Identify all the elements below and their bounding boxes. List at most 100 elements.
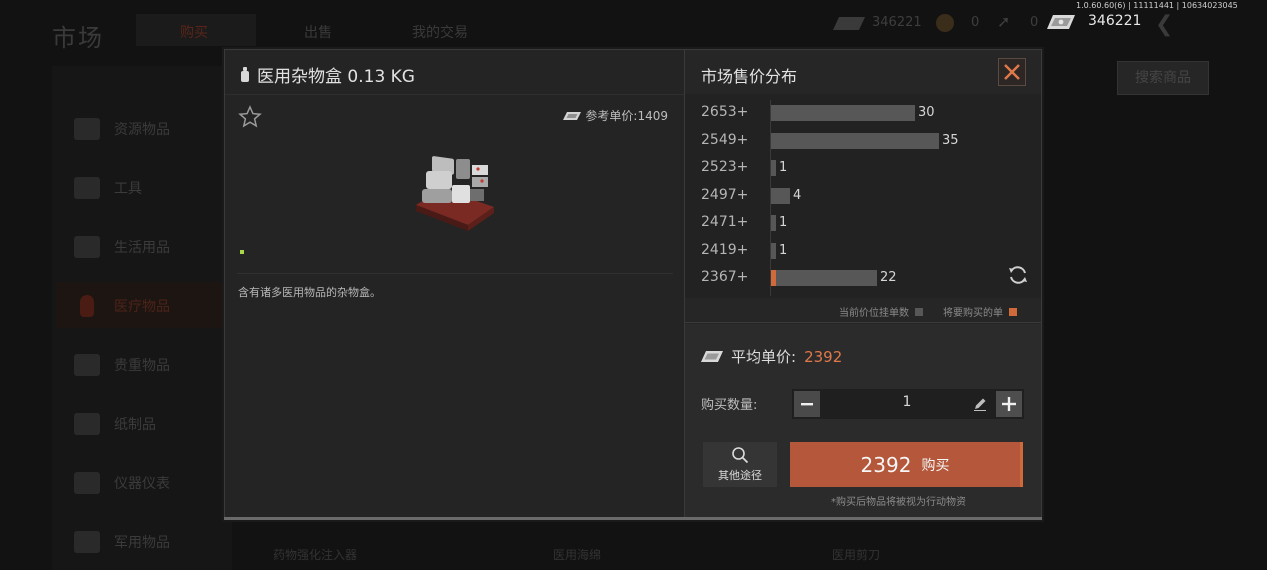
market-title: 市场 (52, 24, 104, 52)
sidebar-item-label: 纸制品 (114, 417, 156, 433)
status-dot (240, 250, 244, 254)
price-tier-count: 1 (779, 160, 788, 175)
crate-icon (74, 531, 100, 553)
item-header: 医用杂物盒 0.13 KG (241, 62, 415, 87)
version-text: 1.0.60.60(6) | 11111441 | 10634023045 (1076, 1, 1238, 10)
box-icon (74, 118, 100, 140)
sidebar-item-label: 资源物品 (114, 122, 170, 138)
price-tier-label: 2497+ (701, 186, 749, 203)
buy-button[interactable]: 2392 购买 (790, 442, 1023, 487)
quantity-label: 购买数量: (701, 398, 758, 413)
quantity-decrease-button[interactable] (794, 391, 820, 417)
close-button[interactable] (998, 58, 1026, 86)
sidebar-item-medical[interactable]: 医疗物品 (74, 295, 170, 317)
price-tier-count: 35 (942, 132, 959, 148)
bottle-icon (241, 67, 249, 82)
sidebar-item-paper[interactable]: 纸制品 (74, 413, 156, 435)
modal-bottom-edge (224, 517, 1042, 520)
bottom-item-label: 医用剪刀 (832, 548, 881, 562)
average-price-value: 2392 (804, 347, 843, 366)
market-panel: 市场售价分布 2653+ 30 2549+ 35 2523+ 1 2497+ 4 2471+ 1 2… (685, 50, 1041, 519)
quantity-stepper[interactable]: 1 (792, 389, 1024, 419)
legend-divider (685, 322, 1041, 323)
currency-cash-value: 346221 (872, 15, 922, 30)
item-description: 含有诸多医用物品的杂物盒。 (238, 286, 381, 299)
legend-current-swatch (915, 307, 923, 316)
price-tier-count: 22 (880, 270, 897, 285)
legend-buy-swatch (1009, 307, 1017, 316)
price-tier-bar (771, 132, 939, 149)
reference-price: 参考单价:1409 (563, 107, 668, 124)
sidebar-item-resources[interactable]: 资源物品 (74, 118, 170, 140)
pencil-icon[interactable] (972, 396, 988, 412)
average-price: 平均单价: 2392 (701, 346, 842, 367)
money-icon (701, 351, 723, 362)
header-divider (225, 94, 684, 95)
description-divider (237, 273, 673, 274)
cash-icon (832, 17, 866, 30)
other-channels-button[interactable]: 其他途径 (703, 442, 777, 487)
currency-arrow-value: 0 (1030, 15, 1039, 30)
distribution-title: 市场售价分布 (701, 67, 798, 86)
sidebar-item-label: 生活用品 (114, 240, 170, 256)
price-tier-label: 2653+ (701, 104, 749, 120)
price-tier-count: 1 (779, 215, 788, 230)
tab-buy[interactable]: 购买 (180, 22, 208, 42)
reference-price-text: 参考单价:1409 (585, 109, 668, 123)
price-tier-label: 2367+ (701, 269, 749, 285)
price-tier-bar (771, 105, 915, 121)
search-goods-button[interactable]: 搜索商品 (1117, 61, 1209, 95)
quantity-value[interactable]: 1 (892, 394, 922, 410)
sidebar-item-label: 工具 (114, 181, 142, 197)
close-icon (1004, 64, 1020, 80)
price-tier-count: 30 (918, 105, 935, 120)
coin-icon (936, 14, 954, 32)
bottle-icon (80, 295, 94, 317)
sidebar-item-military[interactable]: 军用物品 (74, 531, 170, 553)
money-value: 346221 (1088, 13, 1142, 29)
price-tier-bar (771, 242, 776, 259)
search-icon (732, 447, 749, 464)
average-price-label: 平均单价: (731, 348, 797, 366)
purchase-note: *购买后物品将被视为行动物资 (831, 497, 966, 508)
back-arrow-icon[interactable]: ❮ (1155, 12, 1173, 37)
device-icon (74, 472, 100, 494)
legend-current-label: 当前价位挂单数 (839, 308, 909, 319)
sidebar-item-instruments[interactable]: 仪器仪表 (74, 472, 170, 494)
sidebar-item-label: 军用物品 (114, 535, 170, 551)
medical-box-image (416, 156, 494, 231)
arrow-icon: ➚ (997, 12, 1011, 31)
price-tier-bar (771, 187, 790, 204)
money-icon (1047, 15, 1075, 29)
sidebar-item-daily[interactable]: 生活用品 (74, 236, 170, 258)
purchase-modal: 医用杂物盒 0.13 KG 参考单价:1409 含有诸多医用物品的杂物盒。 市场… (224, 49, 1042, 520)
tab-sell[interactable]: 出售 (304, 22, 332, 42)
bottom-item-label: 医用海绵 (553, 548, 602, 562)
sidebar-item-tools[interactable]: 工具 (74, 177, 142, 199)
tab-my-trades[interactable]: 我的交易 (412, 22, 468, 42)
price-tier-bar (771, 160, 776, 176)
sidebar-item-label: 医疗物品 (114, 299, 170, 315)
star-icon[interactable] (237, 104, 263, 130)
price-tier-bar (771, 215, 776, 231)
price-tier-label: 2549+ (701, 131, 749, 148)
folder-icon (74, 413, 100, 435)
price-tier-count: 4 (793, 187, 802, 203)
price-tier-buy-bar (771, 270, 776, 286)
sidebar-item-valuables[interactable]: 贵重物品 (74, 354, 170, 376)
legend-buy-label: 将要购买的单 (943, 308, 1003, 319)
price-tier-label: 2523+ (701, 159, 749, 175)
quantity-increase-button[interactable] (996, 391, 1022, 417)
plus-icon (1002, 397, 1016, 411)
price-tier-bar (771, 270, 877, 286)
refresh-icon[interactable] (1006, 263, 1030, 287)
currency-coin-value: 0 (971, 15, 980, 30)
other-channels-label: 其他途径 (718, 469, 762, 482)
minus-icon (801, 403, 813, 406)
price-tier-count: 1 (779, 242, 788, 258)
price-tier-label: 2471+ (701, 214, 749, 230)
money-icon (563, 111, 582, 120)
item-info-panel: 医用杂物盒 0.13 KG 参考单价:1409 含有诸多医用物品的杂物盒。 (225, 50, 684, 519)
brush-icon (74, 236, 100, 258)
chart-legend: 当前价位挂单数 将要购买的单 (839, 304, 1017, 319)
